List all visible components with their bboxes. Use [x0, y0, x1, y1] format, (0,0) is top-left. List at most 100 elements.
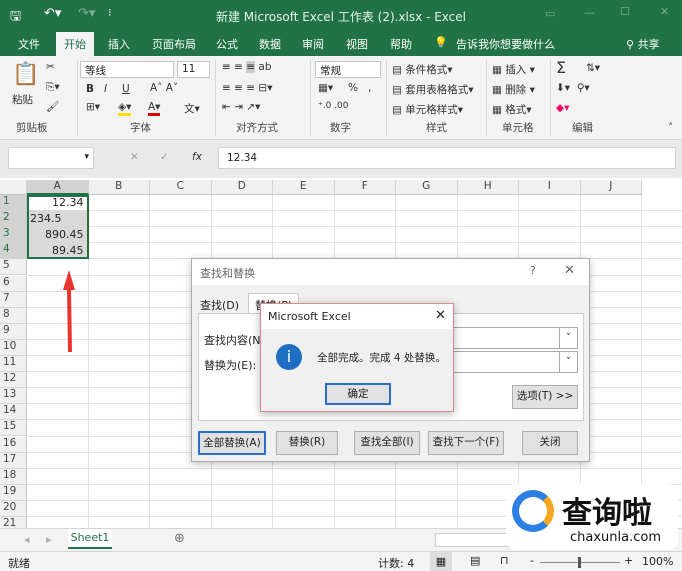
- collapse-ribbon-icon[interactable]: ˄: [668, 122, 673, 134]
- bold-button[interactable]: B: [86, 83, 94, 95]
- page-break-view-icon[interactable]: ⊓: [500, 554, 509, 567]
- row-header-4[interactable]: 4: [0, 243, 27, 260]
- cell-A4[interactable]: 89.45: [30, 243, 84, 259]
- cell-A2[interactable]: 234.5: [30, 211, 84, 227]
- currency-icon[interactable]: ▦▾: [318, 82, 333, 94]
- align-icons[interactable]: ≡ ≡ ≡ ⊟▾: [222, 82, 272, 94]
- grow-font-icon[interactable]: A˄ A˅: [150, 82, 178, 94]
- column-header-D[interactable]: D: [211, 180, 273, 195]
- formula-input[interactable]: 12.34: [218, 147, 676, 169]
- find-all-button[interactable]: 查找全部(I): [354, 431, 420, 455]
- row-header-5[interactable]: 5: [0, 259, 27, 276]
- column-header-A[interactable]: A: [27, 180, 89, 195]
- scroll-sheets-right-icon[interactable]: ▸: [46, 533, 52, 546]
- insert-function-button[interactable]: fx: [192, 151, 202, 163]
- zoom-in-icon[interactable]: +: [624, 554, 633, 567]
- column-header-J[interactable]: J: [580, 180, 642, 195]
- insert-cells-button[interactable]: ▦ 插入 ▾: [492, 62, 535, 77]
- paste-button[interactable]: 粘贴: [12, 92, 33, 107]
- message-box-close-icon[interactable]: ✕: [435, 308, 446, 323]
- row-header-15[interactable]: 15: [0, 420, 27, 437]
- sheet-tab-sheet1[interactable]: Sheet1: [68, 529, 112, 549]
- minimize-icon[interactable]: —: [584, 6, 595, 19]
- row-header-1[interactable]: 1: [0, 195, 27, 211]
- add-sheet-icon[interactable]: ⊕: [174, 531, 185, 546]
- comma-button[interactable]: ,: [368, 82, 371, 94]
- tab-home[interactable]: 开始: [56, 32, 94, 56]
- tab-data[interactable]: 数据: [259, 36, 281, 52]
- column-header-I[interactable]: I: [519, 180, 581, 195]
- normal-view-icon[interactable]: ▦: [430, 552, 452, 571]
- ok-button[interactable]: 确定: [325, 383, 391, 405]
- row-header-3[interactable]: 3: [0, 227, 27, 244]
- copy-icon[interactable]: ⎘▾: [46, 81, 60, 94]
- cell-A1[interactable]: 12.34: [30, 195, 84, 211]
- find-dialog-close-icon[interactable]: ✕: [564, 263, 575, 278]
- cancel-icon[interactable]: ✕: [130, 151, 139, 163]
- row-header-19[interactable]: 19: [0, 484, 27, 501]
- row-header-8[interactable]: 8: [0, 307, 27, 324]
- tab-formulas[interactable]: 公式: [216, 36, 238, 52]
- italic-button[interactable]: I: [104, 83, 107, 95]
- zoom-slider[interactable]: [540, 557, 620, 568]
- number-format-select[interactable]: 常规: [315, 61, 381, 78]
- row-header-7[interactable]: 7: [0, 291, 27, 308]
- autosum-button[interactable]: Σ: [556, 58, 566, 77]
- row-header-14[interactable]: 14: [0, 404, 27, 421]
- close-icon[interactable]: ✕: [660, 5, 669, 18]
- borders-icon[interactable]: ⊞▾: [86, 101, 100, 113]
- tab-file[interactable]: 文件: [18, 36, 40, 52]
- column-header-C[interactable]: C: [150, 180, 212, 195]
- tab-review[interactable]: 审阅: [302, 36, 324, 52]
- row-header-9[interactable]: 9: [0, 323, 27, 340]
- enter-icon[interactable]: ✓: [160, 151, 169, 163]
- font-size-select[interactable]: 11: [177, 61, 210, 78]
- ribbon-display-icon[interactable]: ▭: [545, 7, 555, 20]
- tab-help[interactable]: 帮助: [390, 36, 412, 52]
- tab-view[interactable]: 视图: [346, 36, 368, 52]
- row-header-16[interactable]: 16: [0, 436, 27, 453]
- format-painter-icon[interactable]: 🖌: [46, 100, 59, 113]
- replace-all-button[interactable]: 全部替换(A): [198, 431, 266, 455]
- sort-filter-icon[interactable]: ⇅▾: [586, 62, 600, 74]
- row-header-18[interactable]: 18: [0, 468, 27, 485]
- format-cells-button[interactable]: ▦ 格式▾: [492, 102, 532, 117]
- percent-button[interactable]: %: [348, 82, 358, 94]
- row-header-11[interactable]: 11: [0, 356, 27, 372]
- fill-color-icon[interactable]: ◈▾: [118, 101, 132, 116]
- phonetic-icon[interactable]: 文▾: [184, 101, 200, 116]
- column-header-F[interactable]: F: [334, 180, 396, 195]
- clear-icon[interactable]: ◆▾: [556, 102, 569, 114]
- conditional-format-button[interactable]: ▤ 条件格式▾: [392, 62, 453, 77]
- page-layout-view-icon[interactable]: ▤: [470, 554, 480, 567]
- row-header-20[interactable]: 20: [0, 500, 27, 517]
- font-color-icon[interactable]: A▾: [148, 101, 161, 116]
- row-header-13[interactable]: 13: [0, 388, 27, 405]
- top-align-icon[interactable]: ≡ ≡ ≡ ab: [222, 61, 272, 73]
- name-box[interactable]: ▾: [8, 147, 94, 169]
- underline-button[interactable]: U: [122, 83, 130, 95]
- find-next-button[interactable]: 查找下一个(F): [428, 431, 504, 455]
- format-table-button[interactable]: ▤ 套用表格格式▾: [392, 82, 474, 97]
- zoom-level[interactable]: 100%: [642, 555, 673, 568]
- decimal-icons[interactable]: ⁺.0 .00: [318, 101, 349, 111]
- close-button[interactable]: 关闭: [522, 431, 578, 455]
- row-header-6[interactable]: 6: [0, 275, 27, 292]
- tell-me-search[interactable]: 告诉我你想要做什么: [456, 36, 555, 52]
- fill-icon[interactable]: ⬇▾ ⚲▾: [556, 82, 590, 94]
- help-button[interactable]: ?: [530, 264, 536, 277]
- cell-A3[interactable]: 890.45: [30, 227, 84, 243]
- tab-find[interactable]: 查找(D): [200, 297, 239, 313]
- cut-icon[interactable]: ✂: [46, 61, 55, 73]
- share-button[interactable]: ⚲ 共享: [626, 36, 660, 52]
- row-header-17[interactable]: 17: [0, 452, 27, 469]
- row-header-2[interactable]: 2: [0, 211, 27, 228]
- paste-icon[interactable]: 📋: [12, 62, 39, 87]
- scroll-sheets-left-icon[interactable]: ◂: [24, 533, 30, 546]
- options-button[interactable]: 选项(T) >>: [512, 385, 578, 409]
- column-header-E[interactable]: E: [273, 180, 335, 195]
- column-header-H[interactable]: H: [457, 180, 519, 195]
- zoom-out-icon[interactable]: -: [530, 554, 534, 567]
- cell-styles-button[interactable]: ▤ 单元格样式▾: [392, 102, 463, 117]
- font-name-select[interactable]: 等线: [80, 61, 174, 78]
